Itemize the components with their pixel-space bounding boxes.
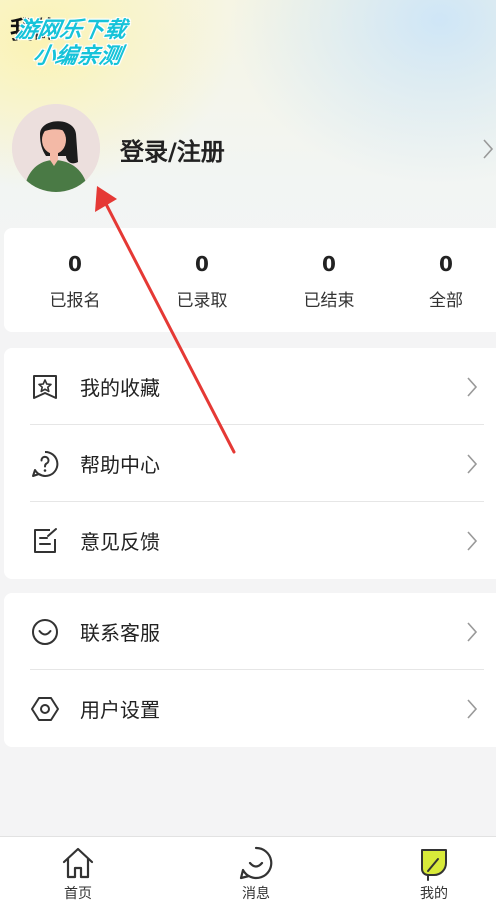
- stat-label: 已结束: [303, 291, 355, 311]
- tab-label: 首页: [64, 886, 92, 902]
- tab-profile[interactable]: 我的: [394, 845, 474, 903]
- menu-item-label: 我的收藏: [80, 376, 160, 400]
- enrollment-stats: 0 已报名 0 已录取 0 已结束 0 全部: [4, 228, 496, 332]
- avatar[interactable]: [12, 104, 100, 192]
- profile-leaf-icon: [421, 849, 447, 881]
- menu-item-label: 用户设置: [80, 698, 160, 722]
- menu-item-customer-service[interactable]: 联系客服: [4, 593, 496, 670]
- stat-admitted[interactable]: 0 已录取: [157, 252, 247, 311]
- profile-login-row[interactable]: 登录/注册: [12, 104, 496, 192]
- avatar-illustration-icon: [12, 104, 100, 192]
- tab-label: 消息: [242, 886, 270, 902]
- menu-item-feedback[interactable]: 意见反馈: [4, 502, 496, 579]
- tab-label: 我的: [420, 886, 448, 902]
- feedback-edit-icon: [34, 528, 57, 553]
- stat-all[interactable]: 0 全部: [401, 252, 491, 311]
- stat-label: 全部: [429, 291, 463, 311]
- stat-label: 已报名: [49, 291, 101, 311]
- login-register-label[interactable]: 登录/注册: [120, 132, 225, 167]
- stat-value: 0: [322, 252, 336, 276]
- menu-item-label: 帮助中心: [80, 453, 160, 477]
- tab-home[interactable]: 首页: [38, 845, 118, 903]
- home-icon: [62, 847, 94, 879]
- star-bookmark-icon: [33, 375, 57, 399]
- menu-group-secondary: 联系客服 用户设置: [4, 593, 496, 747]
- stat-value: 0: [195, 252, 209, 276]
- menu-item-label: 联系客服: [80, 621, 160, 645]
- stat-finished[interactable]: 0 已结束: [284, 252, 374, 311]
- stat-registered[interactable]: 0 已报名: [30, 252, 120, 311]
- customer-service-icon: [32, 619, 58, 645]
- stat-value: 0: [439, 252, 453, 276]
- stat-value: 0: [68, 252, 82, 276]
- bottom-tab-bar: 首页 消息 我的: [0, 836, 496, 904]
- chevron-right-icon: [483, 139, 494, 159]
- stat-label: 已录取: [176, 291, 228, 311]
- chevron-right-icon: [467, 377, 478, 397]
- chevron-right-icon: [467, 699, 478, 719]
- menu-item-help-center[interactable]: 帮助中心: [4, 425, 496, 502]
- watermark-logo: 游网乐下载 小编亲测: [9, 12, 160, 72]
- chevron-right-icon: [467, 622, 478, 642]
- help-question-icon: [32, 450, 59, 477]
- watermark-line2: 小编亲测: [31, 44, 124, 69]
- chevron-right-icon: [467, 454, 478, 474]
- chevron-right-icon: [467, 531, 478, 551]
- menu-item-favorites[interactable]: 我的收藏: [4, 348, 496, 425]
- message-smile-icon: [239, 846, 273, 880]
- menu-item-label: 意见反馈: [80, 530, 160, 554]
- settings-hexagon-icon: [31, 697, 59, 721]
- tab-messages[interactable]: 消息: [216, 845, 296, 903]
- menu-item-user-settings[interactable]: 用户设置: [4, 670, 496, 747]
- menu-group-primary: 我的收藏 帮助中心 意见反馈: [4, 348, 496, 579]
